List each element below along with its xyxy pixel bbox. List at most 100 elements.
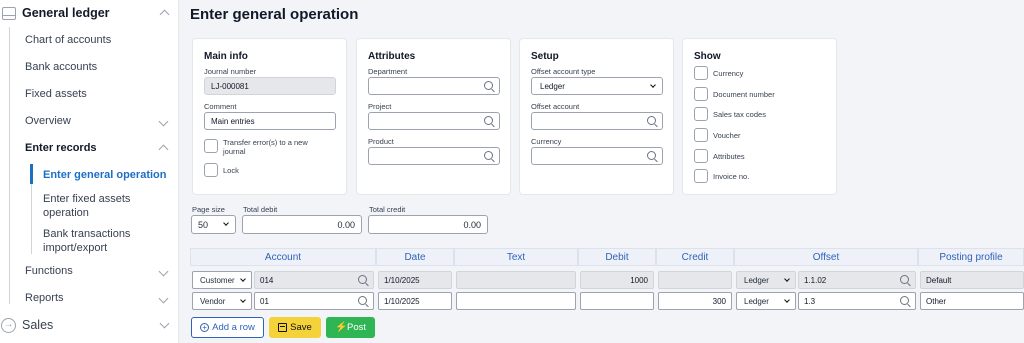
- debit-field[interactable]: 1000: [580, 271, 654, 289]
- chevron-down-icon: [240, 276, 246, 282]
- text-field[interactable]: [456, 271, 576, 289]
- show-attributes-checkbox[interactable]: [694, 149, 708, 163]
- sidebar-item-overview[interactable]: Overview: [25, 115, 71, 127]
- column-header-credit[interactable]: Credit: [656, 248, 734, 266]
- total-debit-field: 0.00: [242, 215, 362, 234]
- column-header-account[interactable]: Account: [190, 248, 376, 266]
- offset-account-field[interactable]: 1.1.02: [798, 271, 916, 289]
- sidebar-subitem-bank-transactions[interactable]: Bank transactions import/export: [43, 227, 173, 255]
- nav-group-sales[interactable]: → Sales: [0, 312, 179, 338]
- offset-account-type-select[interactable]: Ledger: [531, 77, 663, 95]
- department-field[interactable]: [368, 77, 500, 95]
- show-option-label: Currency: [713, 69, 744, 78]
- offset-account-field[interactable]: [531, 112, 663, 130]
- sidebar-item-fixed-assets[interactable]: Fixed assets: [25, 88, 87, 100]
- sidebar-item-functions[interactable]: Functions: [25, 265, 73, 277]
- search-icon[interactable]: [900, 275, 909, 284]
- currency-field[interactable]: [531, 147, 663, 165]
- select-value: Ledger: [744, 275, 769, 285]
- column-header-debit[interactable]: Debit: [578, 248, 656, 266]
- credit-field[interactable]: [658, 271, 732, 289]
- offset-type-select[interactable]: Ledger: [736, 271, 796, 289]
- sidebar-item-bank-accounts[interactable]: Bank accounts: [25, 61, 97, 73]
- sidebar-item-chart-of-accounts[interactable]: Chart of accounts: [25, 34, 111, 46]
- cell-value: 1.3: [804, 296, 816, 306]
- comment-label: Comment: [204, 102, 237, 111]
- cell-value: 01: [260, 296, 269, 306]
- debit-field[interactable]: [580, 292, 654, 310]
- department-label: Department: [368, 67, 408, 76]
- transfer-errors-label: Transfer error(s) to a new journal: [223, 138, 308, 156]
- search-icon[interactable]: [900, 296, 909, 305]
- posting-profile-field[interactable]: Default: [920, 271, 1024, 289]
- show-voucher-checkbox[interactable]: [694, 128, 708, 142]
- chevron-down-icon: [650, 82, 656, 88]
- sidebar: General ledger Chart of accounts Bank ac…: [0, 0, 179, 343]
- show-option-label: Voucher: [713, 131, 741, 140]
- chevron-down-icon: [784, 297, 790, 303]
- chevron-down-icon: [240, 297, 246, 303]
- column-header-posting-profile[interactable]: Posting profile: [918, 248, 1024, 266]
- text-field[interactable]: [456, 292, 576, 310]
- sidebar-item-reports[interactable]: Reports: [25, 292, 64, 304]
- show-document-number-checkbox[interactable]: [694, 87, 708, 101]
- column-header-offset[interactable]: Offset: [734, 248, 918, 266]
- button-label: Save: [290, 322, 312, 333]
- search-icon[interactable]: [358, 296, 367, 305]
- show-option-label: Sales tax codes: [713, 110, 766, 119]
- nav-group-label: General ledger: [22, 6, 110, 20]
- account-type-select[interactable]: Customer: [192, 271, 252, 289]
- card-title: Main info: [204, 51, 248, 62]
- sidebar-item-enter-records[interactable]: Enter records: [25, 142, 97, 154]
- ledger-icon: [2, 6, 16, 20]
- chevron-down-icon: [159, 318, 170, 328]
- posting-profile-field[interactable]: Other: [920, 292, 1024, 310]
- chevron-up-icon: [158, 144, 169, 155]
- show-sales-tax-codes-checkbox[interactable]: [694, 107, 708, 121]
- show-currency-checkbox[interactable]: [694, 66, 708, 80]
- search-icon[interactable]: [484, 151, 493, 160]
- offset-account-field[interactable]: 1.3: [798, 292, 916, 310]
- total-credit-field: 0.00: [368, 215, 488, 234]
- button-label: Post: [346, 322, 366, 333]
- select-value: Ledger: [744, 296, 769, 306]
- lock-label: Lock: [223, 166, 239, 175]
- account-field[interactable]: 014: [254, 271, 374, 289]
- chevron-down-icon: [158, 266, 169, 277]
- show-invoice-no-checkbox[interactable]: [694, 169, 708, 183]
- show-option-label: Invoice no.: [713, 172, 750, 181]
- save-button[interactable]: Save: [269, 317, 321, 338]
- column-header-text[interactable]: Text: [454, 248, 578, 266]
- select-value: 50: [198, 219, 209, 230]
- column-header-date[interactable]: Date: [376, 248, 454, 266]
- search-icon[interactable]: [484, 81, 493, 90]
- project-field[interactable]: [368, 112, 500, 130]
- page-size-label: Page size: [192, 205, 225, 214]
- sidebar-subitem-enter-general-operation[interactable]: Enter general operation: [43, 168, 173, 182]
- product-field[interactable]: [368, 147, 500, 165]
- project-label: Project: [368, 102, 392, 111]
- date-field[interactable]: 1/10/2025: [378, 271, 452, 289]
- transfer-errors-checkbox[interactable]: [204, 139, 218, 153]
- offset-account-label: Offset account: [531, 102, 580, 111]
- account-type-select[interactable]: Vendor: [192, 292, 252, 310]
- active-indicator: [30, 164, 33, 184]
- select-value: Ledger: [540, 81, 565, 91]
- search-icon[interactable]: [358, 275, 367, 284]
- lock-checkbox[interactable]: [204, 163, 218, 177]
- sidebar-subitem-enter-fixed-assets-operation[interactable]: Enter fixed assets operation: [43, 192, 173, 220]
- search-icon[interactable]: [647, 151, 656, 160]
- offset-type-select[interactable]: Ledger: [736, 292, 796, 310]
- post-button[interactable]: ⚡ Post: [326, 317, 375, 338]
- date-field[interactable]: 1/10/2025: [378, 292, 452, 310]
- nav-group-general-ledger[interactable]: General ledger: [0, 0, 179, 26]
- page-size-select[interactable]: 50: [191, 215, 236, 234]
- search-icon[interactable]: [484, 116, 493, 125]
- add-row-button[interactable]: + Add a row: [191, 317, 264, 338]
- search-icon[interactable]: [647, 116, 656, 125]
- credit-field[interactable]: 300: [658, 292, 732, 310]
- attributes-card: Attributes Department Project Product: [356, 38, 511, 195]
- save-icon: [278, 323, 288, 332]
- comment-field[interactable]: Main entries: [204, 112, 336, 130]
- account-field[interactable]: 01: [254, 292, 374, 310]
